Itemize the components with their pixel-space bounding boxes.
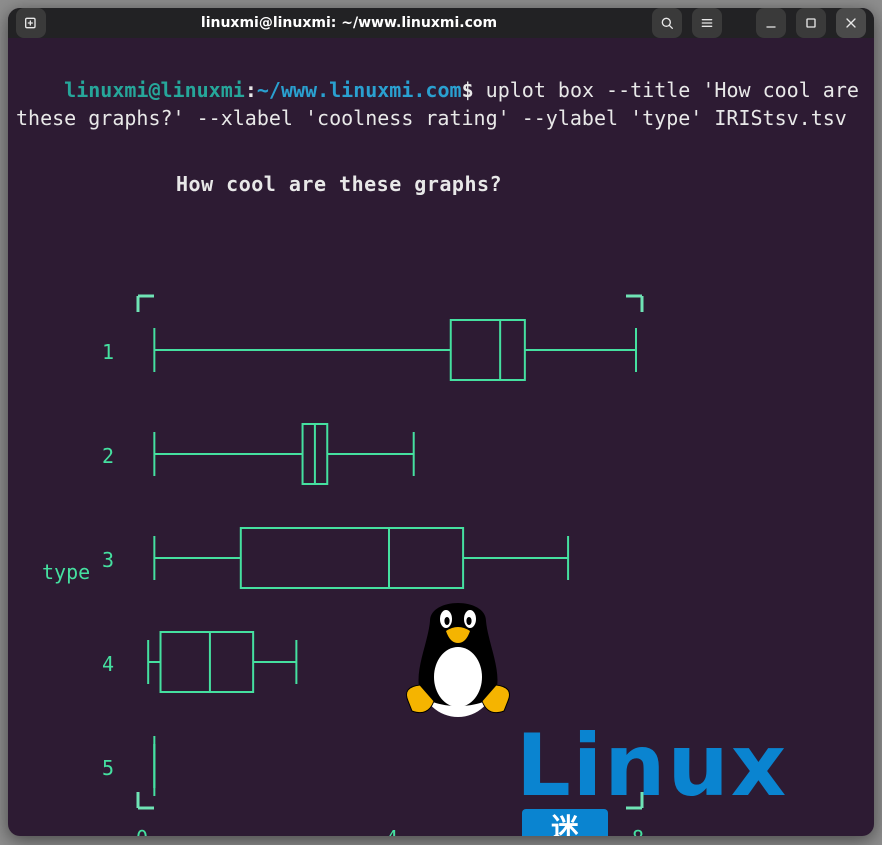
minimize-icon (763, 15, 779, 31)
maximize-icon (803, 15, 819, 31)
prompt-at: @ (148, 78, 160, 102)
minimize-button[interactable] (756, 8, 786, 38)
maximize-button[interactable] (796, 8, 826, 38)
search-button[interactable] (652, 8, 682, 38)
prompt-symbol: $ (462, 78, 474, 102)
chart-area: type 1 2 3 4 5 0 4 8 coolness rating (16, 288, 866, 836)
search-icon (659, 15, 675, 31)
box-plot-svg (16, 288, 874, 836)
prompt-line: linuxmi@linuxmi:~/www.linuxmi.com$ uplot… (16, 78, 871, 130)
prompt-path: ~/www.linuxmi.com (257, 78, 462, 102)
terminal-window: linuxmi@linuxmi: ~/www.linuxmi.com linux… (8, 8, 874, 836)
prompt-user: linuxmi (64, 78, 148, 102)
menu-button[interactable] (692, 8, 722, 38)
prompt-host: linuxmi (161, 78, 245, 102)
hamburger-icon (699, 15, 715, 31)
close-icon (843, 15, 859, 31)
new-tab-button[interactable] (16, 8, 46, 38)
chart-title: How cool are these graphs? (176, 170, 866, 198)
window-title: linuxmi@linuxmi: ~/www.linuxmi.com (46, 16, 652, 30)
terminal-body[interactable]: linuxmi@linuxmi:~/www.linuxmi.com$ uplot… (8, 38, 874, 836)
prompt-sep: : (245, 78, 257, 102)
close-button[interactable] (836, 8, 866, 38)
new-tab-icon (23, 15, 39, 31)
titlebar: linuxmi@linuxmi: ~/www.linuxmi.com (8, 8, 874, 38)
